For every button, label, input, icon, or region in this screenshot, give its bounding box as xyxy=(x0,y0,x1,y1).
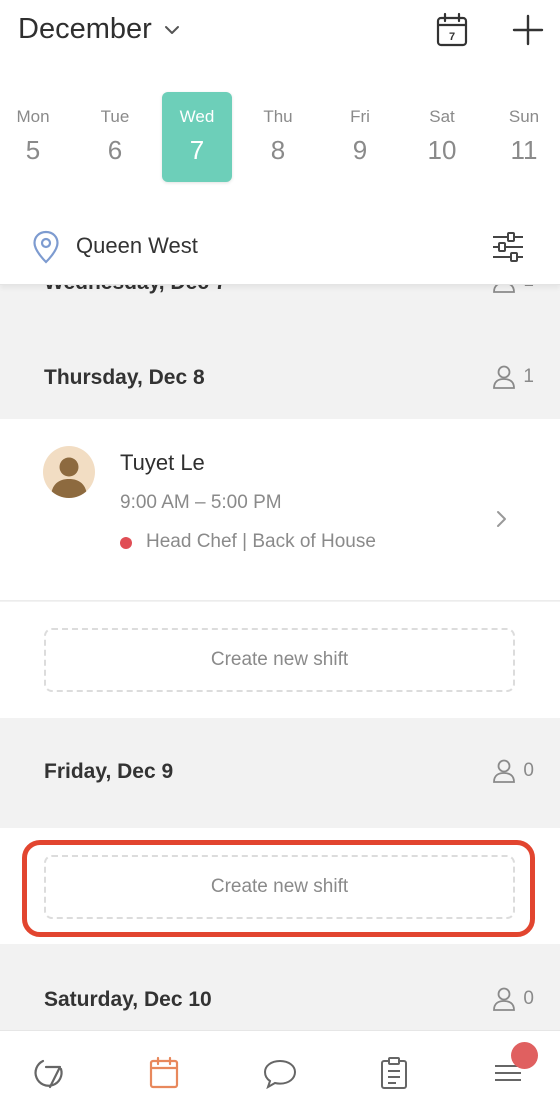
section-header-fri: Friday, Dec 9 0 xyxy=(0,734,560,812)
day-number: 8 xyxy=(270,135,286,165)
create-new-shift-button-friday[interactable]: Create new shift xyxy=(44,855,515,919)
day-number: 6 xyxy=(107,135,123,165)
day-mon[interactable]: Mon 5 xyxy=(0,92,68,182)
section-header-thu: Thursday, Dec 8 1 xyxy=(0,340,560,418)
day-name: Fri xyxy=(350,107,370,126)
logo-icon[interactable] xyxy=(30,1053,70,1093)
section-title: Friday, Dec 9 xyxy=(44,760,174,783)
sliders-icon[interactable] xyxy=(490,230,526,264)
section-title: Saturday, Dec 10 xyxy=(44,988,212,1011)
employee-name: Tuyet Le xyxy=(120,450,205,475)
location-selector[interactable]: Queen West xyxy=(0,220,560,274)
person-icon xyxy=(493,987,516,1011)
schedule-icon[interactable] xyxy=(144,1053,184,1093)
staff-count: 1 xyxy=(491,364,534,390)
staff-count: 0 xyxy=(491,758,534,784)
count-value: 1 xyxy=(523,366,534,387)
chevron-down-icon xyxy=(164,25,180,35)
day-tue[interactable]: Tue 6 xyxy=(80,92,150,182)
person-icon xyxy=(493,365,516,389)
count-value: 0 xyxy=(523,988,534,1009)
day-number: 11 xyxy=(510,135,538,165)
create-new-shift-button[interactable]: Create new shift xyxy=(44,628,515,692)
shift-role: Head Chef | Back of House xyxy=(146,531,376,552)
week-day-strip: Mon 5 Tue 6 Wed 7 Thu 8 Fri 9 Sat 10 Sun… xyxy=(0,92,560,184)
day-name: Wed xyxy=(179,107,215,126)
calendar-icon-day: 7 xyxy=(449,31,455,43)
bottom-tab-bar xyxy=(0,1030,560,1116)
section-title: Thursday, Dec 8 xyxy=(44,366,205,389)
thu-create-area: Create new shift xyxy=(0,602,560,718)
month-label: December xyxy=(18,12,152,45)
schedule-header: December 7 Mon 5 Tue 6 Wed 7 Thu 8 Fri 9… xyxy=(0,0,560,285)
avatar xyxy=(43,446,95,498)
day-number: 7 xyxy=(189,135,205,165)
clipboard-icon[interactable] xyxy=(374,1053,414,1093)
day-sat[interactable]: Sat 10 xyxy=(407,92,477,182)
day-name: Thu xyxy=(263,107,293,126)
notification-badge xyxy=(511,1042,538,1069)
section-header-sat: Saturday, Dec 10 0 xyxy=(0,962,560,1040)
role-color-dot xyxy=(120,537,132,549)
add-shift-plus-icon[interactable] xyxy=(508,12,548,48)
day-sun[interactable]: Sun 11 xyxy=(489,92,559,182)
day-number: 10 xyxy=(427,135,457,165)
day-fri[interactable]: Fri 9 xyxy=(325,92,395,182)
day-number: 5 xyxy=(25,135,41,165)
day-name: Mon xyxy=(16,107,50,126)
day-number: 9 xyxy=(352,135,368,165)
month-selector[interactable]: December xyxy=(18,8,180,50)
day-name: Tue xyxy=(100,107,130,126)
shift-card[interactable]: Tuyet Le 9:00 AM – 5:00 PM Head Chef | B… xyxy=(0,419,560,601)
fri-create-area: Create new shift xyxy=(0,828,560,944)
person-icon xyxy=(493,759,516,783)
location-name: Queen West xyxy=(76,233,198,258)
chat-icon[interactable] xyxy=(260,1053,300,1093)
day-name: Sun xyxy=(508,107,540,126)
today-calendar-icon[interactable]: 7 xyxy=(434,12,470,48)
map-pin-icon xyxy=(32,230,60,264)
count-value: 0 xyxy=(523,760,534,781)
day-name: Sat xyxy=(429,107,455,126)
shift-time: 9:00 AM – 5:00 PM xyxy=(120,492,282,513)
day-wed-selected[interactable]: Wed 7 xyxy=(162,92,232,182)
day-thu[interactable]: Thu 8 xyxy=(243,92,313,182)
chevron-right-icon xyxy=(494,508,510,530)
staff-count: 0 xyxy=(491,986,534,1012)
